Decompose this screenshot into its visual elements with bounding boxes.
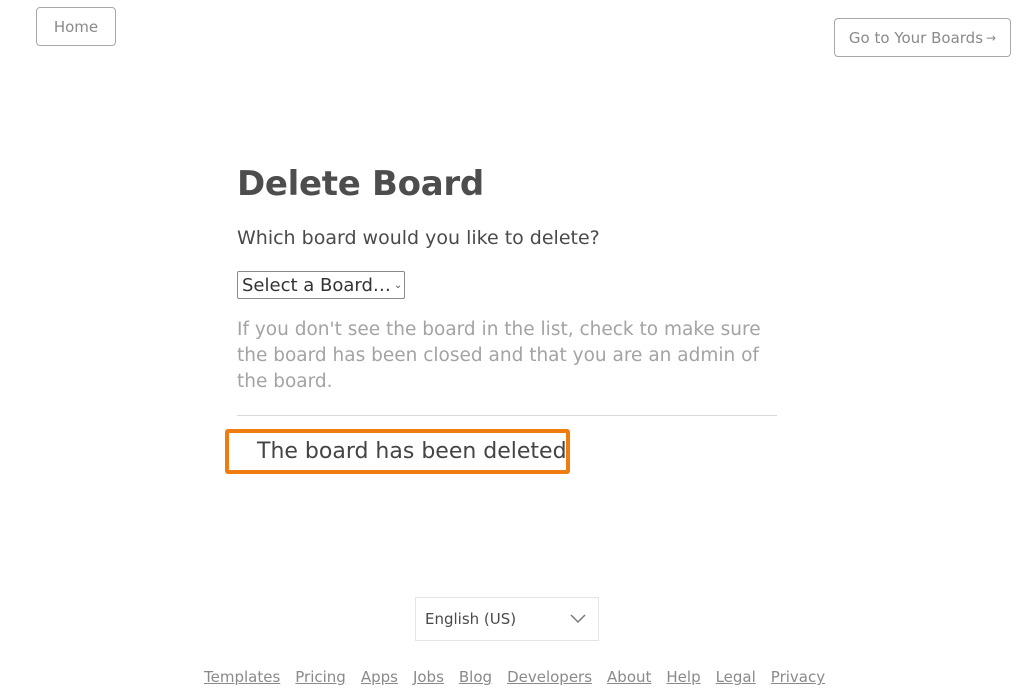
footer-link-blog[interactable]: Blog bbox=[459, 668, 492, 686]
go-to-boards-label: Go to Your Boards bbox=[848, 28, 984, 47]
home-button[interactable]: Home bbox=[36, 7, 116, 46]
board-select-value: Select a Board… bbox=[242, 274, 391, 296]
footer-link-legal[interactable]: Legal bbox=[716, 668, 756, 686]
footer-link-pricing[interactable]: Pricing bbox=[295, 668, 346, 686]
chevron-down-icon: ⌄ bbox=[393, 279, 403, 291]
footer-links: Templates Pricing Apps Jobs Blog Develop… bbox=[204, 668, 825, 686]
board-prompt: Which board would you like to delete? bbox=[237, 227, 600, 249]
page-title: Delete Board bbox=[237, 164, 484, 204]
arrow-right-icon: → bbox=[986, 30, 997, 45]
home-button-label: Home bbox=[53, 17, 99, 36]
language-select[interactable]: English (US) bbox=[415, 597, 599, 641]
footer-link-about[interactable]: About bbox=[607, 668, 651, 686]
footer-link-apps[interactable]: Apps bbox=[361, 668, 398, 686]
help-text: If you don't see the board in the list, … bbox=[237, 319, 761, 392]
status-message: The board has been deleted bbox=[225, 429, 570, 474]
footer-link-help[interactable]: Help bbox=[666, 668, 700, 686]
status-message-text: The board has been deleted bbox=[257, 439, 567, 464]
language-select-value: English (US) bbox=[425, 610, 517, 628]
divider bbox=[237, 415, 777, 416]
go-to-boards-button[interactable]: Go to Your Boards → bbox=[834, 18, 1011, 57]
board-select[interactable]: Select a Board… ⌄ bbox=[237, 271, 405, 299]
chevron-down-icon bbox=[570, 614, 586, 624]
footer-link-privacy[interactable]: Privacy bbox=[771, 668, 825, 686]
footer-link-developers[interactable]: Developers bbox=[507, 668, 592, 686]
footer-link-jobs[interactable]: Jobs bbox=[413, 668, 444, 686]
footer-link-templates[interactable]: Templates bbox=[204, 668, 280, 686]
